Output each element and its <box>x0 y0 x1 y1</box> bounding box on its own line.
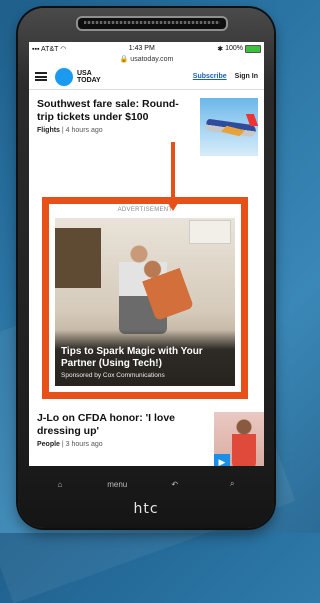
ad-label: ADVERTISEMENT <box>117 207 173 213</box>
bluetooth-icon: ✱ <box>217 45 224 53</box>
story-thumbnail[interactable]: ▶ <box>214 412 264 466</box>
site-header: USA TODAY Subscribe Sign In <box>29 64 264 90</box>
story-item[interactable]: Southwest fare sale: Round-trip tickets … <box>29 90 264 156</box>
phone-speaker <box>76 16 228 31</box>
htc-phone: ▪▪▪ AT&T ◠ 1:43 PM ✱ 100% 🔒 usatoday.com… <box>18 8 274 528</box>
subscribe-link[interactable]: Subscribe <box>193 73 227 80</box>
wifi-icon: ◠ <box>60 45 67 53</box>
menu-key[interactable]: menu <box>97 475 137 493</box>
back-icon[interactable]: ↶ <box>155 475 195 493</box>
ad-image[interactable]: Tips to Spark Magic with Your Partner (U… <box>55 218 235 386</box>
ad-caption: Tips to Spark Magic with Your Partner (U… <box>55 330 235 386</box>
play-icon[interactable]: ▶ <box>214 454 230 466</box>
battery-percent: 100% <box>225 45 243 52</box>
status-time: 1:43 PM <box>128 45 155 52</box>
htc-brand: htc <box>133 501 159 517</box>
story-item[interactable]: J-Lo on CFDA honor: 'I love dressing up'… <box>29 404 264 466</box>
status-bar: ▪▪▪ AT&T ◠ 1:43 PM ✱ 100% <box>29 42 264 55</box>
phone-screen: ▪▪▪ AT&T ◠ 1:43 PM ✱ 100% 🔒 usatoday.com… <box>29 42 264 466</box>
usa-today-logo-icon[interactable] <box>55 67 73 86</box>
story-headline[interactable]: Southwest fare sale: Round-trip tickets … <box>37 98 194 124</box>
annotation-arrow <box>171 142 175 200</box>
signal-icon: ▪▪▪ <box>32 45 40 53</box>
ad-title[interactable]: Tips to Spark Magic with Your Partner (U… <box>61 346 229 370</box>
sign-in-link[interactable]: Sign In <box>235 73 258 80</box>
home-icon[interactable]: ⌂ <box>40 475 80 493</box>
story-meta: People | 3 hours ago <box>37 441 103 448</box>
battery-icon <box>245 44 261 53</box>
annotation-arrow-head <box>164 197 182 211</box>
story-thumbnail[interactable] <box>200 98 258 156</box>
search-icon[interactable]: ⌕ <box>212 475 252 493</box>
phone-nav-bar: ⌂ menu ↶ ⌕ <box>31 471 261 497</box>
site-logo[interactable]: USA TODAY <box>77 70 101 84</box>
story-headline[interactable]: J-Lo on CFDA honor: 'I love dressing up' <box>37 412 208 438</box>
hamburger-menu-icon[interactable] <box>35 72 47 81</box>
highlighted-advertisement[interactable]: ADVERTISEMENT Tips to Spark Magic with Y… <box>42 197 248 399</box>
story-meta: Flights | 4 hours ago <box>37 127 103 134</box>
ad-sponsor: Sponsored by Cox Communications <box>61 372 165 379</box>
carrier-label: ▪▪▪ AT&T ◠ <box>32 45 67 53</box>
lock-icon: 🔒 <box>119 56 129 63</box>
address-bar[interactable]: 🔒 usatoday.com <box>29 55 264 64</box>
url-text: usatoday.com <box>130 56 174 63</box>
